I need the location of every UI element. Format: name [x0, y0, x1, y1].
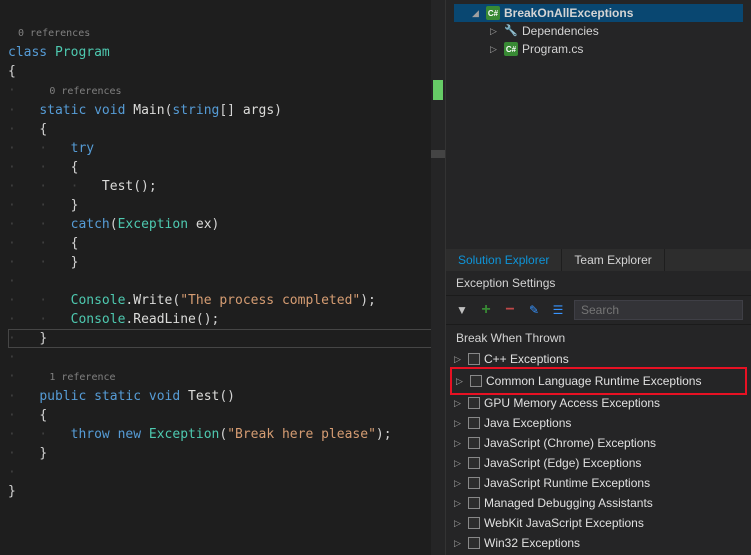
exception-row[interactable]: ▷ Win32 Exceptions [452, 533, 745, 553]
exception-row[interactable]: ▷ JavaScript (Edge) Exceptions [452, 453, 745, 473]
checkbox[interactable] [470, 375, 482, 387]
project-label: BreakOnAllExceptions [504, 6, 633, 20]
exception-row[interactable]: ▷ C++ Exceptions [452, 349, 745, 369]
exception-row[interactable]: ▷ JavaScript Runtime Exceptions [452, 473, 745, 493]
chevron-right-icon[interactable]: ▷ [454, 538, 464, 549]
dependencies-label: Dependencies [522, 24, 599, 38]
code-content: 0 references class Program { · 0 referen… [0, 0, 445, 505]
chevron-down-icon[interactable]: ◢ [472, 8, 482, 18]
checkbox[interactable] [468, 517, 480, 529]
codelens-main[interactable]: 0 references [39, 86, 121, 97]
chevron-right-icon[interactable]: ▷ [454, 478, 464, 489]
chevron-right-icon[interactable]: ▷ [454, 398, 464, 409]
minimap-mark [431, 150, 445, 158]
checkbox[interactable] [468, 437, 480, 449]
exception-row[interactable]: ▷ Managed Debugging Assistants [452, 493, 745, 513]
chevron-right-icon[interactable]: ▷ [490, 26, 500, 36]
filter-icon[interactable]: ▼ [454, 302, 470, 318]
edit-icon[interactable]: ✎ [526, 302, 542, 318]
solution-explorer-tree[interactable]: ◢ C# BreakOnAllExceptions ▷ 🔧 Dependenci… [446, 0, 751, 249]
search-input[interactable] [574, 300, 743, 320]
chevron-right-icon[interactable]: ▷ [454, 518, 464, 529]
checkbox[interactable] [468, 353, 480, 365]
checkbox[interactable] [468, 537, 480, 549]
vertical-scrollbar[interactable] [431, 0, 445, 555]
explorer-tabs: Solution Explorer Team Explorer [446, 249, 751, 271]
exception-row[interactable]: ▷ WebKit JavaScript Exceptions [452, 513, 745, 533]
exception-toolbar: ▼ + − ✎ ☰ [446, 296, 751, 325]
chevron-right-icon[interactable]: ▷ [454, 354, 464, 365]
checkbox[interactable] [468, 477, 480, 489]
add-icon[interactable]: + [478, 302, 494, 318]
scroll-thumb[interactable] [433, 80, 443, 100]
chevron-right-icon[interactable]: ▷ [454, 458, 464, 469]
checkbox[interactable] [468, 397, 480, 409]
exception-row[interactable]: ▷ JavaScript (Chrome) Exceptions [452, 433, 745, 453]
csharp-project-icon: C# [486, 6, 500, 20]
code-editor[interactable]: 0 references class Program { · 0 referen… [0, 0, 445, 555]
tree-node-file[interactable]: ▷ C# Program.cs [454, 40, 743, 58]
csharp-file-icon: C# [504, 42, 518, 56]
exception-row[interactable]: ▷ GPU Memory Access Exceptions [452, 393, 745, 413]
chevron-right-icon[interactable]: ▷ [456, 376, 466, 387]
list-icon[interactable]: ☰ [550, 302, 566, 318]
file-label: Program.cs [522, 42, 583, 56]
chevron-right-icon[interactable]: ▷ [454, 498, 464, 509]
highlighted-exception: ▷ Common Language Runtime Exceptions [450, 367, 747, 395]
chevron-right-icon[interactable]: ▷ [454, 418, 464, 429]
chevron-right-icon[interactable]: ▷ [490, 44, 500, 54]
tree-node-dependencies[interactable]: ▷ 🔧 Dependencies [454, 22, 743, 40]
chevron-right-icon[interactable]: ▷ [454, 438, 464, 449]
codelens-test[interactable]: 1 reference [39, 372, 115, 383]
checkbox[interactable] [468, 497, 480, 509]
break-when-thrown-label: Break When Thrown [446, 325, 751, 347]
exception-row[interactable]: ▷ Java Exceptions [452, 413, 745, 433]
remove-icon[interactable]: − [502, 302, 518, 318]
exception-row-clr[interactable]: ▷ Common Language Runtime Exceptions [454, 371, 743, 391]
checkbox[interactable] [468, 417, 480, 429]
tab-team-explorer[interactable]: Team Explorer [562, 249, 664, 271]
codelens-class[interactable]: 0 references [8, 28, 90, 39]
wrench-icon: 🔧 [504, 24, 518, 38]
tree-node-project[interactable]: ◢ C# BreakOnAllExceptions [454, 4, 743, 22]
tab-solution-explorer[interactable]: Solution Explorer [446, 249, 562, 271]
exception-list: ▷ C++ Exceptions ▷ Common Language Runti… [446, 347, 751, 555]
exception-settings-title: Exception Settings [446, 271, 751, 296]
checkbox[interactable] [468, 457, 480, 469]
